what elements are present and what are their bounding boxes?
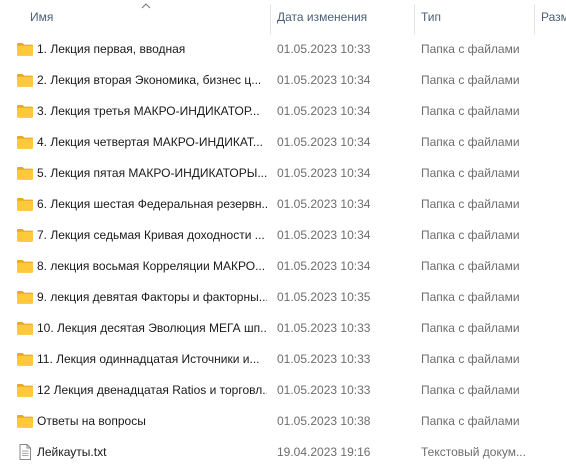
file-name[interactable]: Ответы на вопросы <box>37 406 267 437</box>
file-type: Папка с файлами <box>421 383 520 397</box>
file-name[interactable]: 10. Лекция десятая Эволюция МЕГА шп... <box>37 313 267 344</box>
file-date-modified: 01.05.2023 10:34 <box>277 197 371 211</box>
file-row[interactable]: 12 Лекция двенадцатая Ratios и торговл..… <box>0 375 566 406</box>
folder-icon <box>16 103 34 119</box>
file-row[interactable]: 10. Лекция десятая Эволюция МЕГА шп... 01… <box>0 313 566 344</box>
file-name[interactable]: 6. Лекция шестая Федеральная резервн... <box>37 189 267 220</box>
folder-icon <box>16 196 34 212</box>
file-date-modified: 01.05.2023 10:34 <box>277 228 371 242</box>
file-type: Папка с файлами <box>421 73 520 87</box>
file-date-modified: 01.05.2023 10:33 <box>277 321 371 335</box>
column-header-size[interactable]: Разм <box>541 0 566 34</box>
column-header-type[interactable]: Тип <box>421 0 536 34</box>
file-date-modified: 01.05.2023 10:33 <box>277 42 371 56</box>
file-type: Папка с файлами <box>421 104 520 118</box>
column-separator[interactable] <box>414 4 415 34</box>
file-row[interactable]: 7. Лекция седьмая Кривая доходности ... 0… <box>0 220 566 251</box>
file-type: Папка с файлами <box>421 259 520 273</box>
file-type: Папка с файлами <box>421 42 520 56</box>
file-name[interactable]: 4. Лекция четвертая МАКРО-ИНДИКАТ... <box>37 127 267 158</box>
file-date-modified: 01.05.2023 10:33 <box>277 352 371 366</box>
file-row[interactable]: 3. Лекция третья МАКРО-ИНДИКАТОР... 01.05… <box>0 96 566 127</box>
file-row[interactable]: 4. Лекция четвертая МАКРО-ИНДИКАТ... 01.0… <box>0 127 566 158</box>
folder-icon <box>16 41 34 57</box>
file-row[interactable]: 8. лекция восьмая Корреляции МАКРО... 01.… <box>0 251 566 282</box>
file-row[interactable]: 11. Лекция одиннадцатая Источники и... 01… <box>0 344 566 375</box>
column-header-name[interactable]: Имя <box>30 0 268 34</box>
column-header-bar: Имя Дата изменения Тип Разм <box>0 0 566 34</box>
file-date-modified: 01.05.2023 10:34 <box>277 166 371 180</box>
file-date-modified: 01.05.2023 10:34 <box>277 73 371 87</box>
folder-icon <box>16 227 34 243</box>
folder-icon <box>16 289 34 305</box>
file-row[interactable]: Лейкауты.txt 19.04.2023 19:16 Текстовый до… <box>0 437 566 468</box>
file-row[interactable]: 2. Лекция вторая Экономика, бизнес ц... 0… <box>0 65 566 96</box>
file-date-modified: 01.05.2023 10:38 <box>277 414 371 428</box>
file-type: Папка с файлами <box>421 321 520 335</box>
file-row[interactable]: 6. Лекция шестая Федеральная резервн... 0… <box>0 189 566 220</box>
file-name[interactable]: 5. Лекция пятая МАКРО-ИНДИКАТОРЫ... <box>37 158 267 189</box>
folder-icon <box>16 351 34 367</box>
folder-icon <box>16 320 34 336</box>
file-type: Папка с файлами <box>421 414 520 428</box>
file-row[interactable]: 1. Лекция первая, вводная 01.05.2023 10:3… <box>0 34 566 65</box>
file-name[interactable]: 9. лекция девятая Факторы и факторны... <box>37 282 267 313</box>
folder-icon <box>16 413 34 429</box>
file-name[interactable]: 11. Лекция одиннадцатая Источники и... <box>37 344 267 375</box>
file-type: Папка с файлами <box>421 290 520 304</box>
file-date-modified: 01.05.2023 10:34 <box>277 259 371 273</box>
folder-icon <box>16 382 34 398</box>
folder-icon <box>16 72 34 88</box>
text-file-icon <box>16 444 34 460</box>
column-separator[interactable] <box>534 4 535 34</box>
file-date-modified: 01.05.2023 10:34 <box>277 135 371 149</box>
file-name[interactable]: 12 Лекция двенадцатая Ratios и торговл..… <box>37 375 267 406</box>
file-type: Папка с файлами <box>421 166 520 180</box>
file-explorer-details-view: Имя Дата изменения Тип Разм 1. Лекция пе… <box>0 0 566 473</box>
file-type: Папка с файлами <box>421 228 520 242</box>
file-date-modified: 01.05.2023 10:34 <box>277 104 371 118</box>
file-date-modified: 01.05.2023 10:35 <box>277 290 371 304</box>
file-name[interactable]: Лейкауты.txt <box>37 437 267 468</box>
file-name[interactable]: 2. Лекция вторая Экономика, бизнес ц... <box>37 65 267 96</box>
file-type: Папка с файлами <box>421 135 520 149</box>
file-type: Текстовый докум... <box>421 445 526 459</box>
file-row[interactable]: Ответы на вопросы 01.05.2023 10:38 Папка с… <box>0 406 566 437</box>
file-name[interactable]: 3. Лекция третья МАКРО-ИНДИКАТОР... <box>37 96 267 127</box>
file-row[interactable]: 9. лекция девятая Факторы и факторны... 0… <box>0 282 566 313</box>
column-header-date[interactable]: Дата изменения <box>277 0 412 34</box>
file-name[interactable]: 8. лекция восьмая Корреляции МАКРО... <box>37 251 267 282</box>
column-separator[interactable] <box>270 4 271 34</box>
file-date-modified: 19.04.2023 19:16 <box>277 445 371 459</box>
file-type: Папка с файлами <box>421 352 520 366</box>
file-row[interactable]: 5. Лекция пятая МАКРО-ИНДИКАТОРЫ... 01.05… <box>0 158 566 189</box>
folder-icon <box>16 165 34 181</box>
folder-icon <box>16 134 34 150</box>
file-list: 1. Лекция первая, вводная 01.05.2023 10:3… <box>0 34 566 468</box>
file-type: Папка с файлами <box>421 197 520 211</box>
folder-icon <box>16 258 34 274</box>
file-date-modified: 01.05.2023 10:33 <box>277 383 371 397</box>
file-name[interactable]: 1. Лекция первая, вводная <box>37 34 267 65</box>
file-name[interactable]: 7. Лекция седьмая Кривая доходности ... <box>37 220 267 251</box>
